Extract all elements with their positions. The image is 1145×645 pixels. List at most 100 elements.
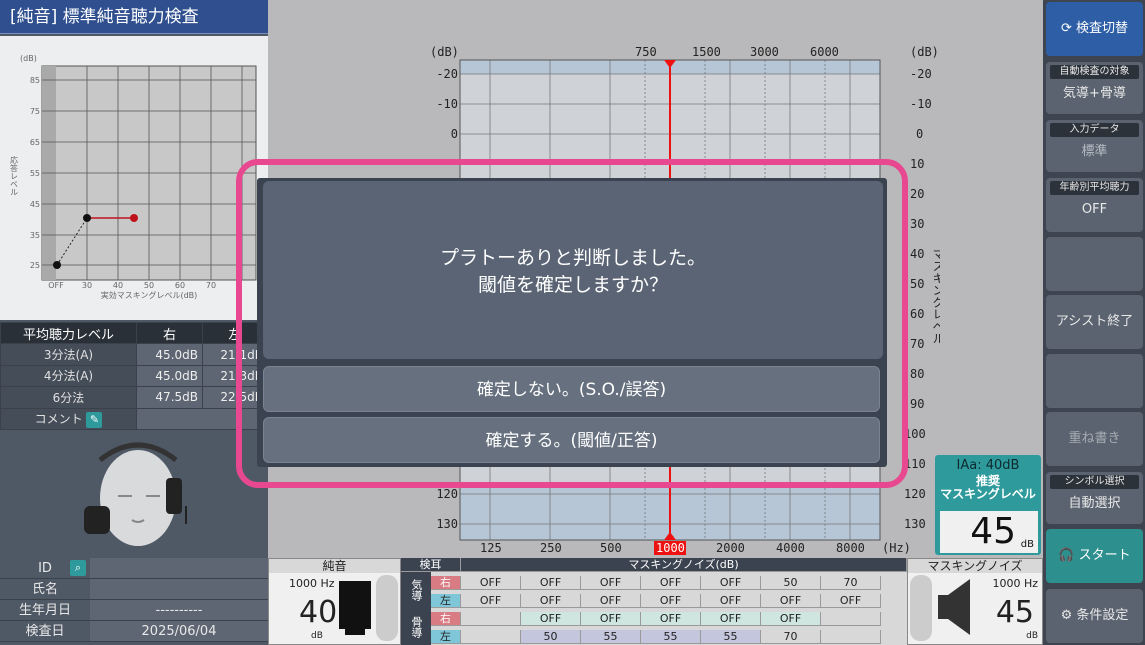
mask-cell[interactable]: OFF [581,576,641,590]
mask-cell[interactable]: 55 [701,630,761,644]
ag-rtick: 50 [910,277,924,291]
noise-level-slider[interactable] [910,575,932,641]
search-icon[interactable]: ⌕ [70,560,86,576]
noise-unit: dB [1026,631,1038,641]
input-data-button[interactable]: 入力データ 標準 [1046,120,1143,172]
age-average-caption: 年齢別平均聴力 [1050,181,1139,195]
name-value[interactable] [90,579,268,599]
ag-bottom-freq: 250 [540,541,562,555]
avg-row-label: 6分法 [0,386,137,409]
refresh-icon: ⟳ [1060,21,1076,36]
mask-cell[interactable]: OFF [641,576,701,590]
mc-point [83,214,91,222]
mask-cell[interactable]: OFF [641,594,701,608]
mask-cell[interactable]: 55 [581,630,641,644]
ag-unit-left: (dB) [430,45,459,59]
mask-cell[interactable] [821,630,881,644]
mc-ytick: 45 [30,200,40,209]
speaker-icon [938,579,970,635]
mask-cell[interactable]: OFF [701,612,761,626]
id-value[interactable] [90,558,268,578]
ag-bottom-freq: 4000 [776,541,805,555]
ag-rtick: 30 [910,217,924,231]
birth-value[interactable]: ---------- [90,600,268,620]
noise-level: 45 [995,595,1034,630]
mask-cell[interactable]: 50 [521,630,581,644]
recommended-masking: IAa: 40dB 推奨 マスキングレベル 45 dB [935,455,1041,555]
mc-point [53,261,61,269]
ag-top-freq: 3000 [750,45,779,59]
symbol-select-button[interactable]: シンボル選択 自動選択 [1046,472,1143,524]
mask-cell[interactable]: OFF [521,576,581,590]
assist-end-button[interactable]: アシスト終了 [1046,295,1143,349]
auto-target-button[interactable]: 自動検査の対象 気導+骨導 [1046,62,1143,114]
mask-cell[interactable]: 70 [761,630,821,644]
mask-cell[interactable]: OFF [581,612,641,626]
date-value[interactable]: 2025/06/04 [90,621,268,641]
mask-cell[interactable] [461,630,521,644]
patient-info: ID ⌕ 氏名 生年月日 ---------- 検査日 2025/06/04 [0,558,268,645]
mask-cell[interactable]: 55 [641,630,701,644]
app-root: [純音] 標準純音聴力検査 (dB) 85 75 65 55 45 35 25 … [0,0,1145,645]
ag-rtick: 120 [904,487,926,501]
mask-header: 検耳 マスキングノイズ(dB) [401,558,907,572]
mc-xlabel: 実効マスキングレベル(dB) [101,290,198,300]
mask-cell[interactable]: OFF [521,612,581,626]
mask-cell[interactable]: OFF [521,594,581,608]
edit-pencil-icon[interactable]: ✎ [86,411,103,428]
ag-bottom-freq: 500 [600,541,622,555]
recommend-value: 45 [970,511,1016,552]
ag-rtick: -10 [910,97,932,111]
pure-freq: 1000 Hz [289,577,335,590]
patient-id-row: ID ⌕ [0,558,268,579]
overwrite-button[interactable]: 重ね書き [1046,412,1143,466]
ag-hz-unit: (Hz) [882,541,911,555]
gear-icon: ⚙ [1060,608,1077,623]
settings-button[interactable]: ⚙ 条件設定 [1046,589,1143,643]
ear-left: 左 [431,594,461,608]
earphone-icon [166,478,182,514]
settings-label: 条件設定 [1076,608,1129,623]
level-bar-icon [339,581,371,629]
switch-test-label: 検査切替 [1076,21,1129,36]
ag-rtick: 80 [910,367,924,381]
blank-button-2[interactable] [1046,354,1143,408]
mask-cell[interactable]: 70 [821,576,881,590]
mask-cell[interactable]: OFF [461,576,521,590]
mask-cell[interactable]: OFF [701,594,761,608]
recommend-unit: dB [1020,539,1034,550]
mask-cell[interactable]: OFF [761,612,821,626]
mask-cell[interactable]: OFF [641,612,701,626]
mask-cell[interactable]: OFF [821,594,881,608]
mc-ytick: 65 [30,138,40,147]
mask-cell[interactable]: OFF [581,594,641,608]
ag-ytick: 120 [436,487,458,501]
masking-chart: (dB) 85 75 65 55 45 35 25 OFF 30 40 50 6… [0,36,268,320]
mask-cell[interactable]: OFF [761,594,821,608]
masking-noise-table: 検耳 マスキングノイズ(dB) 気導 骨導 右 OFF OFF OFF OFF … [401,558,907,645]
ag-rtick: 40 [910,247,924,261]
age-average-button[interactable]: 年齢別平均聴力 OFF [1046,178,1143,232]
ag-right-ticks: -20 -10 0 10 20 30 40 50 60 70 80 90 100… [904,67,932,531]
mask-cell[interactable]: OFF [701,576,761,590]
ag-ytick: 0 [451,127,458,141]
head-svg [84,442,187,546]
mc-ytick: 75 [30,107,40,116]
birth-label: 生年月日 [18,603,71,618]
mask-cell[interactable]: OFF [461,594,521,608]
ag-top-freq: 6000 [810,45,839,59]
mask-cell[interactable] [821,612,881,626]
mc-ytick: 85 [30,76,40,85]
mask-row-bone-left: 左 50 55 55 55 70 [401,630,907,644]
start-button[interactable]: 🎧 スタート [1046,529,1143,583]
switch-test-button[interactable]: ⟳ 検査切替 [1046,2,1143,56]
ear-right: 右 [431,612,461,626]
mask-cell[interactable]: 50 [761,576,821,590]
pure-level-slider[interactable] [376,575,398,641]
highlight-ring [236,159,908,488]
blank-button-1[interactable] [1046,237,1143,291]
mask-cell[interactable] [461,612,521,626]
patient-date-row: 検査日 2025/06/04 [0,621,268,642]
ag-bottom-freq: 125 [480,541,502,555]
recommend-value-box: 45 dB [940,511,1038,553]
